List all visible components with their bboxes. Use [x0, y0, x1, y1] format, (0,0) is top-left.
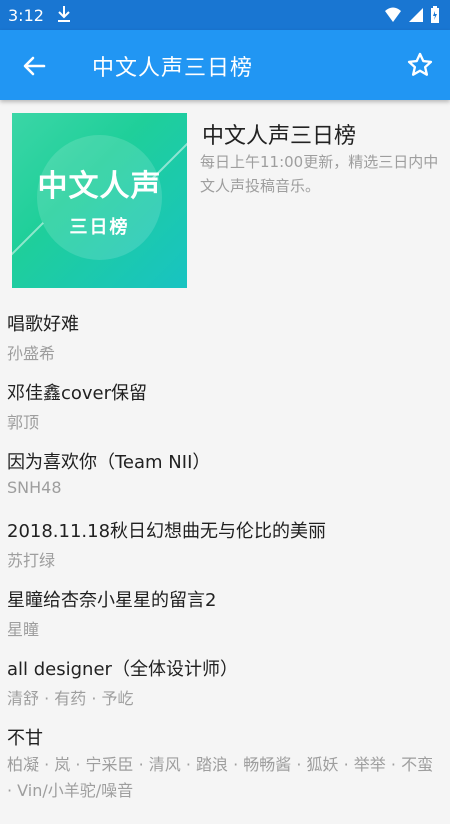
song-artist: 清舒 · 有药 · 予屹	[7, 689, 134, 708]
cover-subtitle: 三日榜	[69, 217, 130, 238]
song-title: all designer（全体设计师）	[7, 659, 238, 680]
song-item[interactable]: 因为喜欢你（Team NII） SNH48	[0, 438, 450, 507]
song-title: 唱歌好难	[7, 314, 79, 335]
arrow-back-icon[interactable]	[18, 50, 50, 82]
cover-title: 中文人声	[37, 169, 162, 204]
playlist-description: 每日上午11:00更新，精选三日内中文人声投稿音乐。	[200, 153, 439, 195]
song-title: 2018.11.18秋日幻想曲无与伦比的美丽	[7, 521, 327, 542]
song-title: 不甘	[7, 728, 43, 749]
song-list: 唱歌好难 孙盛希 邓佳鑫cover保留 郭顶 因为喜欢你（Team NII） S…	[0, 300, 450, 824]
song-title: 邓佳鑫cover保留	[7, 383, 148, 404]
song-item[interactable]: 星瞳给杏奈小星星的留言2 星瞳	[0, 576, 450, 645]
playlist-name: 中文人声三日榜	[202, 124, 357, 149]
playlist-cover: 中文人声 三日榜	[12, 113, 187, 288]
status-bar: 3:12	[0, 0, 450, 30]
song-item[interactable]: 邓佳鑫cover保留 郭顶	[0, 369, 450, 438]
song-artist: 郭顶	[7, 413, 40, 432]
song-item[interactable]: 不甘 柏凝 · 岚 · 宁采臣 · 清风 · 踏浪 · 畅畅酱 · 狐妖 · 举…	[0, 714, 450, 824]
star-outline-icon[interactable]	[406, 51, 434, 79]
battery-icon	[430, 6, 440, 28]
wifi-icon	[384, 7, 402, 27]
song-artist: SNH48	[7, 478, 62, 497]
page-title: 中文人声三日榜	[92, 56, 254, 81]
song-title: 因为喜欢你（Team NII）	[7, 452, 211, 473]
song-item[interactable]: 唱歌好难 孙盛希	[0, 300, 450, 369]
app-bar: 中文人声三日榜	[0, 30, 450, 100]
song-artist: 孙盛希	[7, 344, 56, 363]
playlist-header: 中文人声 三日榜 中文人声三日榜 每日上午11:00更新，精选三日内中文人声投稿…	[0, 110, 450, 290]
status-time: 3:12	[8, 6, 44, 25]
song-title: 星瞳给杏奈小星星的留言2	[7, 590, 217, 611]
song-item[interactable]: 2018.11.18秋日幻想曲无与伦比的美丽 苏打绿	[0, 507, 450, 576]
download-icon	[56, 5, 72, 27]
song-artist: 苏打绿	[7, 551, 56, 570]
signal-icon	[408, 7, 424, 27]
song-artist: 柏凝 · 岚 · 宁采臣 · 清风 · 踏浪 · 畅畅酱 · 狐妖 · 举举 ·…	[7, 755, 434, 800]
song-artist: 星瞳	[7, 620, 40, 639]
song-item[interactable]: all designer（全体设计师） 清舒 · 有药 · 予屹	[0, 645, 450, 714]
